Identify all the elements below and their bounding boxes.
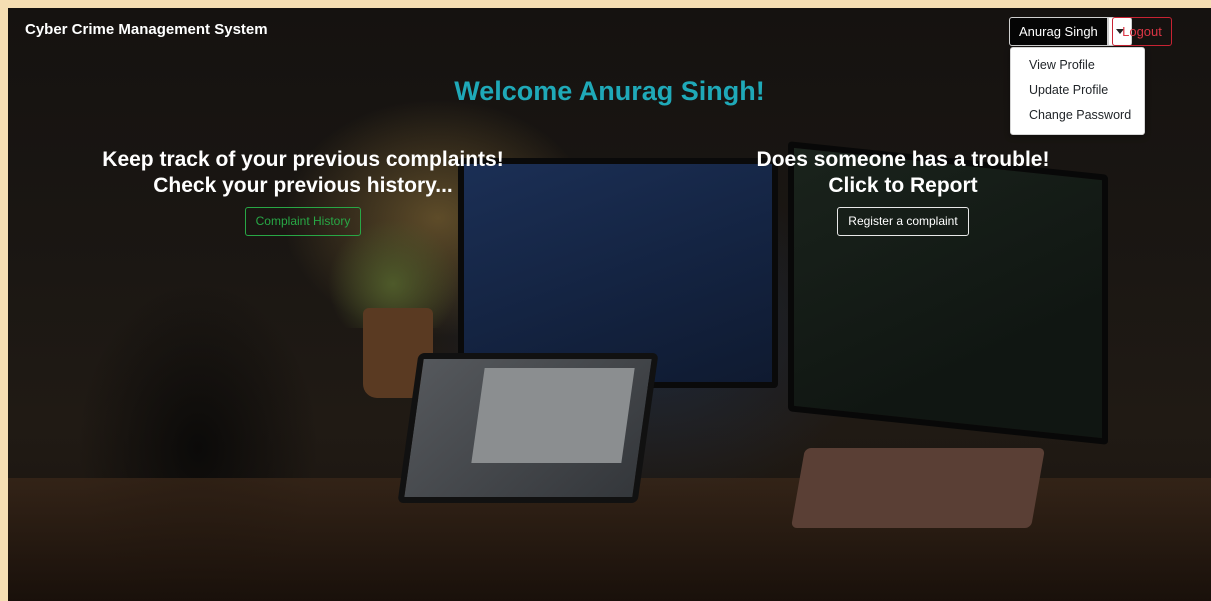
report-section: Does someone has a trouble! Click to Rep… [648,147,1158,236]
history-section: Keep track of your previous complaints! … [48,147,558,236]
user-menu-button[interactable]: Anurag Singh [1009,17,1108,46]
logout-button[interactable]: Logout [1112,17,1172,46]
report-heading-line1: Does someone has a trouble! [756,148,1050,171]
menu-item-view-profile[interactable]: View Profile [1011,53,1144,78]
history-heading-line1: Keep track of your previous complaints! [102,148,504,171]
brand-title[interactable]: Cyber Crime Management System [25,21,268,38]
register-complaint-button[interactable]: Register a complaint [837,207,969,236]
history-heading-line2: Check your previous history... [153,174,453,197]
report-heading-line2: Click to Report [828,174,978,197]
welcome-heading: Welcome Anurag Singh! [454,76,765,106]
app-window: Cyber Crime Management System Anurag Sin… [8,8,1211,601]
background-device [790,448,1046,528]
complaint-history-button[interactable]: Complaint History [244,207,362,236]
background-laptop-window [471,368,635,463]
